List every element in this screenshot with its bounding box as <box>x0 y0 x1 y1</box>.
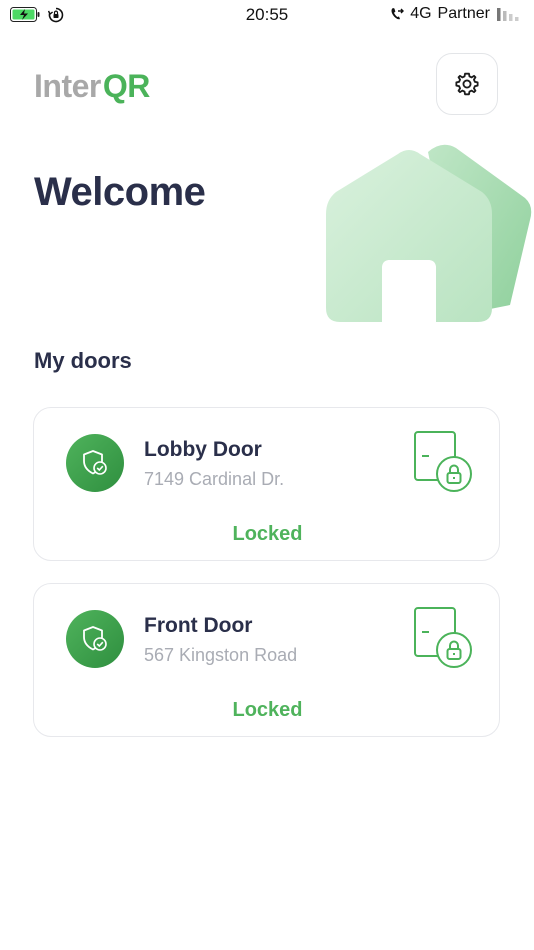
door-status: Locked <box>232 523 303 545</box>
app-logo: InterQR <box>34 68 150 105</box>
door-address: 567 Kingston Road <box>144 645 298 665</box>
door-lock-icon[interactable] <box>412 428 476 496</box>
door-name: Lobby Door <box>144 438 262 461</box>
door-lock-icon[interactable] <box>412 604 476 672</box>
logo-inter-text: Inter <box>34 68 101 104</box>
door-address: 7149 Cardinal Dr. <box>144 469 285 489</box>
shield-check-icon <box>66 610 124 668</box>
door-name: Front Door <box>144 614 253 637</box>
settings-button[interactable] <box>436 53 498 115</box>
status-network: 4G <box>410 5 432 22</box>
welcome-title: Welcome <box>34 170 206 214</box>
door-card-front[interactable]: Front Door 567 Kingston Road Locked <box>33 583 500 737</box>
call-forward-icon <box>391 8 405 20</box>
gear-icon <box>455 72 479 96</box>
logo-qr-text: QR <box>102 68 151 104</box>
door-status: Locked <box>232 699 303 721</box>
status-carrier: Partner <box>437 5 490 22</box>
status-right: 4G Partner <box>390 5 522 23</box>
my-doors-title: My doors <box>34 348 132 373</box>
door-card-lobby[interactable]: Lobby Door 7149 Cardinal Dr. Locked <box>33 407 500 561</box>
house-icon <box>326 144 532 322</box>
shield-check-icon <box>66 434 124 492</box>
status-bar: 20:55 4G Partner <box>0 0 534 32</box>
signal-icon <box>497 8 519 21</box>
